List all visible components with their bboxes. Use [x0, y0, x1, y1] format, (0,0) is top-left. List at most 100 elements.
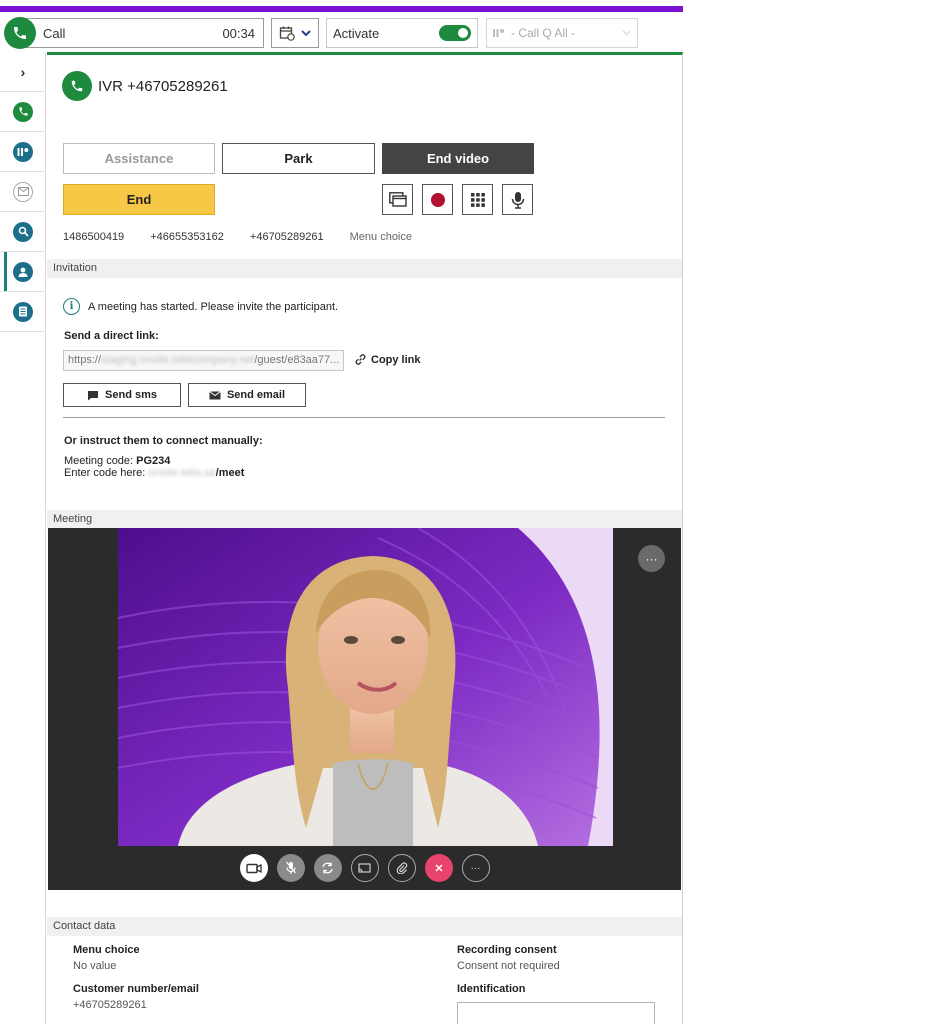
rail-item-notes[interactable] — [0, 292, 46, 332]
transfer-window-button[interactable] — [382, 184, 413, 215]
end-video-button[interactable]: End video — [382, 143, 534, 174]
call-queue-placeholder: - Call Q All - — [511, 26, 576, 40]
mute-microphone-button[interactable] — [276, 854, 305, 882]
chevron-down-icon — [622, 30, 631, 36]
left-nav-rail: › — [0, 52, 46, 1024]
park-button[interactable]: Park — [222, 143, 375, 174]
meeting-code-line: Meeting code: PG234 — [64, 455, 170, 467]
send-email-button[interactable]: Send email — [188, 383, 306, 407]
invitation-info-text: A meeting has started. Please invite the… — [88, 300, 339, 313]
enter-code-line: Enter code here: onsite.telia.se/meet — [64, 467, 244, 479]
dialpad-button[interactable] — [462, 184, 493, 215]
menu-choice-value: No value — [73, 960, 117, 972]
attachment-button[interactable] — [387, 854, 416, 882]
more-icon: ··· — [470, 862, 481, 874]
envelope-icon — [209, 390, 221, 399]
video-controls: ··· — [48, 846, 681, 890]
phone-icon — [62, 71, 92, 101]
call-panel: IVR +46705289261 Assistance Park End vid… — [47, 52, 683, 1024]
screen-share-icon — [358, 862, 371, 873]
assistance-button[interactable]: Assistance — [63, 143, 215, 174]
direct-link-label: Send a direct link: — [64, 330, 159, 342]
enter-code-label: Enter code here: — [64, 467, 149, 479]
refresh-icon — [322, 862, 333, 874]
record-button[interactable] — [422, 184, 453, 215]
screen-share-button[interactable] — [350, 854, 379, 882]
identification-input[interactable] — [457, 1002, 655, 1024]
number-2: +46655353162 — [150, 231, 224, 243]
person-icon — [13, 261, 33, 282]
manual-connect-label: Or instruct them to connect manually: — [64, 435, 263, 447]
chevron-down-icon — [301, 30, 311, 37]
number-1: 1486500419 — [63, 231, 125, 243]
call-status-field[interactable]: Call 00:34 — [22, 18, 264, 48]
call-status-label: Call — [43, 25, 66, 41]
end-call-button[interactable]: End — [63, 184, 215, 215]
rail-item-email[interactable] — [0, 172, 46, 212]
notes-icon — [13, 301, 33, 322]
microphone-icon — [511, 191, 524, 209]
copy-link-label: Copy link — [371, 353, 421, 366]
phone-icon[interactable] — [4, 17, 36, 49]
enter-code-path: /meet — [215, 467, 245, 479]
link-domain-blurred: staging.onsite.teliacompany.net — [101, 354, 255, 366]
recording-consent-label: Recording consent — [457, 944, 557, 956]
chat-bubble-icon — [88, 390, 99, 400]
recording-consent-value: Consent not required — [457, 960, 560, 972]
meeting-video: ··· ··· — [48, 528, 681, 890]
search-icon — [13, 221, 33, 242]
contact-data-section-header: Contact data — [47, 917, 682, 936]
rail-item-queue[interactable] — [0, 132, 46, 172]
dialpad-icon — [470, 192, 485, 207]
invitation-section-header: Invitation — [47, 259, 682, 278]
window-icon — [388, 192, 407, 207]
rail-expand-button[interactable]: › — [0, 52, 46, 92]
invitation-info: i A meeting has started. Please invite t… — [63, 298, 338, 315]
identification-label: Identification — [457, 983, 526, 995]
top-accent-bar — [0, 6, 683, 12]
customer-number-label: Customer number/email — [73, 983, 199, 995]
camera-button[interactable] — [239, 854, 268, 882]
microphone-button[interactable] — [502, 184, 533, 215]
rail-item-contacts[interactable] — [0, 252, 46, 292]
caller-id: IVR +46705289261 — [98, 77, 228, 95]
end-meeting-button[interactable] — [424, 854, 453, 882]
meeting-section-header: Meeting — [47, 510, 682, 529]
enter-code-domain-blurred: onsite.telia.se — [148, 467, 216, 479]
camera-icon — [245, 863, 262, 873]
rail-item-phone[interactable] — [0, 92, 46, 132]
switch-camera-button[interactable] — [313, 854, 342, 882]
paperclip-icon — [396, 862, 407, 874]
calendar-icon — [279, 26, 295, 41]
direct-link-input[interactable]: https://staging.onsite.teliacompany.net/… — [63, 350, 344, 371]
record-icon — [430, 192, 445, 207]
video-options-button[interactable]: ··· — [638, 545, 665, 572]
queue-icon — [493, 29, 504, 37]
customer-number-value: +46705289261 — [73, 999, 147, 1011]
chevron-right-icon: › — [20, 63, 26, 80]
meeting-code-label: Meeting code: — [64, 455, 137, 467]
call-timer: 00:34 — [222, 25, 255, 41]
activate-toggle[interactable] — [439, 25, 471, 41]
menu-choice-label: Menu choice — [73, 944, 140, 956]
send-email-label: Send email — [226, 389, 286, 401]
info-icon: i — [63, 298, 80, 315]
link-icon — [355, 354, 366, 365]
microphone-off-icon — [285, 861, 296, 874]
rail-item-search[interactable] — [0, 212, 46, 252]
schedule-callback-button[interactable] — [271, 18, 319, 48]
copy-link-button[interactable]: Copy link — [354, 353, 421, 366]
call-queue-select[interactable]: - Call Q All - — [486, 18, 638, 48]
queue-icon — [13, 141, 33, 162]
call-numbers: 1486500419 +46655353162 +46705289261 Men… — [63, 231, 438, 243]
phone-icon — [13, 101, 33, 122]
envelope-icon — [13, 181, 33, 202]
close-icon — [434, 864, 443, 872]
activate-label: Activate — [333, 25, 380, 41]
meeting-code: PG234 — [136, 455, 171, 467]
participant-video-feed — [118, 528, 613, 846]
more-controls-button[interactable]: ··· — [461, 854, 490, 882]
send-sms-button[interactable]: Send sms — [63, 383, 181, 407]
activate-toggle-field[interactable]: Activate — [326, 18, 478, 48]
send-sms-label: Send sms — [105, 389, 157, 401]
